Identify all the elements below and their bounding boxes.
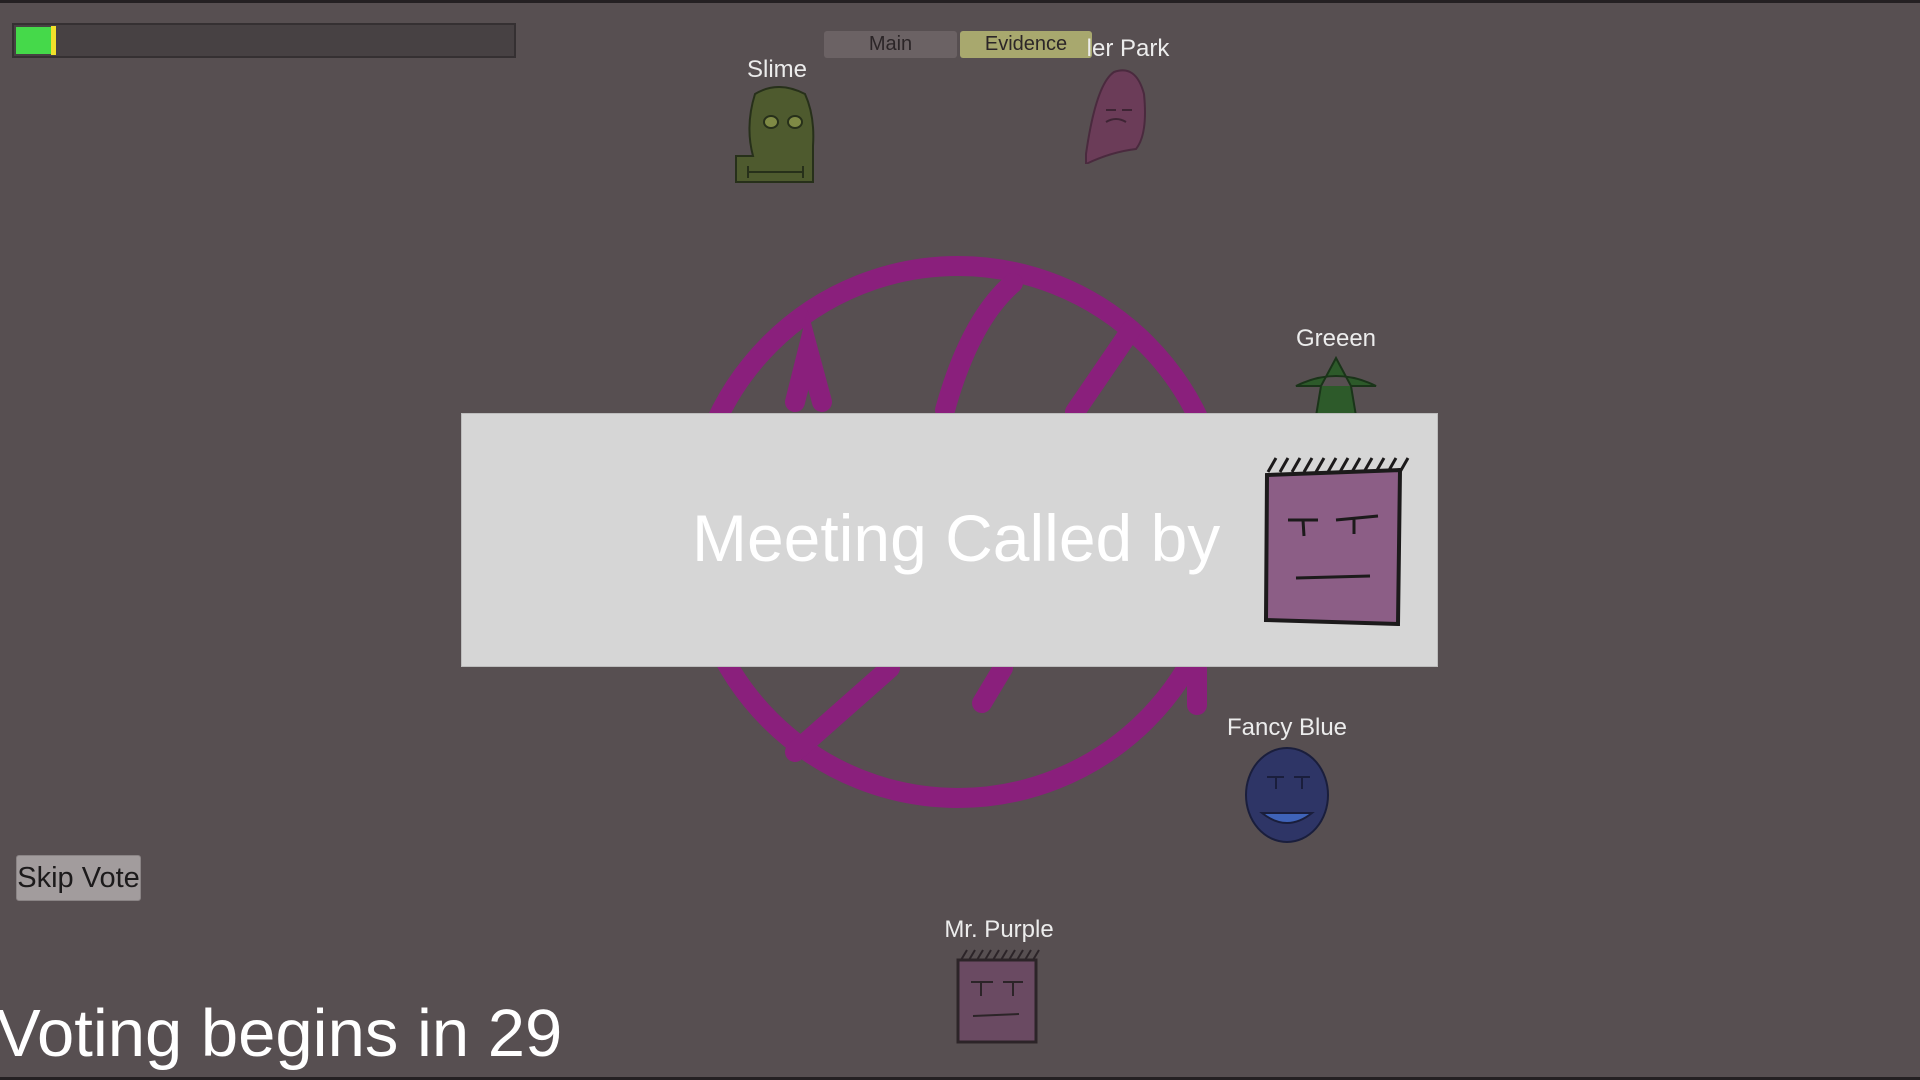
player-name-ler-park: ler Park (1086, 35, 1170, 62)
player-name-greeen: Greeen (1295, 325, 1377, 352)
meeting-called-by-text: Meeting Called by (692, 501, 1221, 575)
fancy-blue-avatar-icon[interactable] (1242, 745, 1332, 845)
mr-purple-avatar-icon[interactable] (953, 946, 1043, 1046)
player-name-mr-purple: Mr. Purple (944, 916, 1054, 943)
greeen-avatar-icon[interactable] (1291, 356, 1381, 416)
ler-park-avatar-icon[interactable] (1066, 64, 1156, 164)
skip-vote-button[interactable]: Skip Vote (16, 855, 141, 901)
player-name-slime: Slime (746, 56, 808, 83)
player-name-fancy-blue: Fancy Blue (1226, 714, 1348, 741)
voting-countdown: Voting begins in 29 (0, 996, 563, 1071)
slime-avatar-icon[interactable] (733, 86, 823, 186)
meeting-caller-avatar-icon (1263, 457, 1410, 627)
